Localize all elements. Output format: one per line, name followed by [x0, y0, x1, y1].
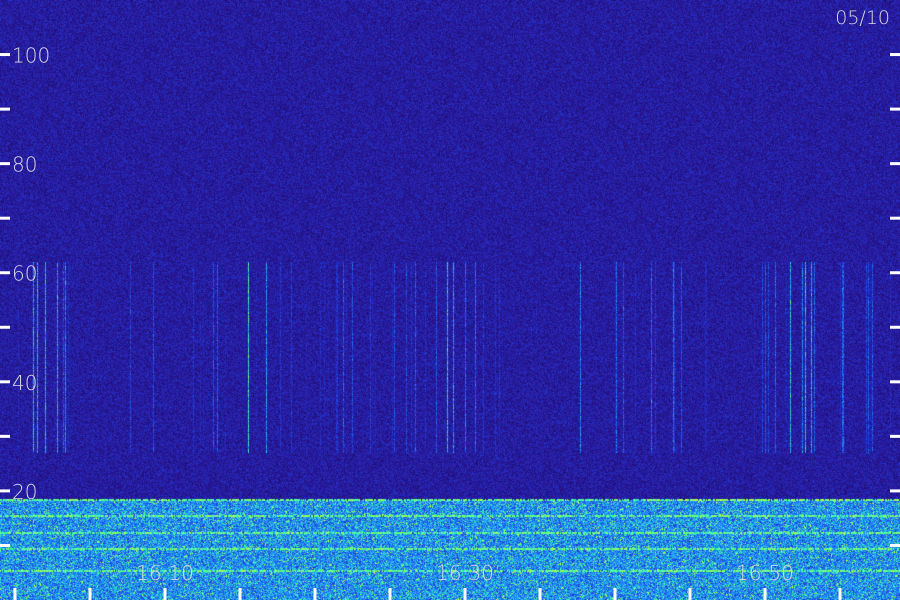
y-tick-label: 40: [12, 371, 37, 395]
chart-axes: 20 40 60 80 100 16:10 16:30 16:50 05/10: [0, 7, 900, 600]
y-axis: 20 40 60 80 100: [0, 44, 900, 547]
y-tick-label: 60: [12, 262, 37, 286]
x-axis: 16:10 16:30 16:50: [13, 561, 842, 600]
date-label: 05/10: [835, 7, 890, 29]
y-tick-label: 100: [12, 44, 50, 68]
y-tick-label: 80: [12, 153, 37, 177]
spectrogram-chart: 20 40 60 80 100 16:10 16:30 16:50 05/10: [0, 0, 900, 600]
y-tick-label: 20: [12, 480, 37, 504]
x-tick-label: 16:30: [436, 561, 494, 585]
x-tick-label: 16:50: [736, 561, 794, 585]
x-tick-label: 16:10: [136, 561, 194, 585]
